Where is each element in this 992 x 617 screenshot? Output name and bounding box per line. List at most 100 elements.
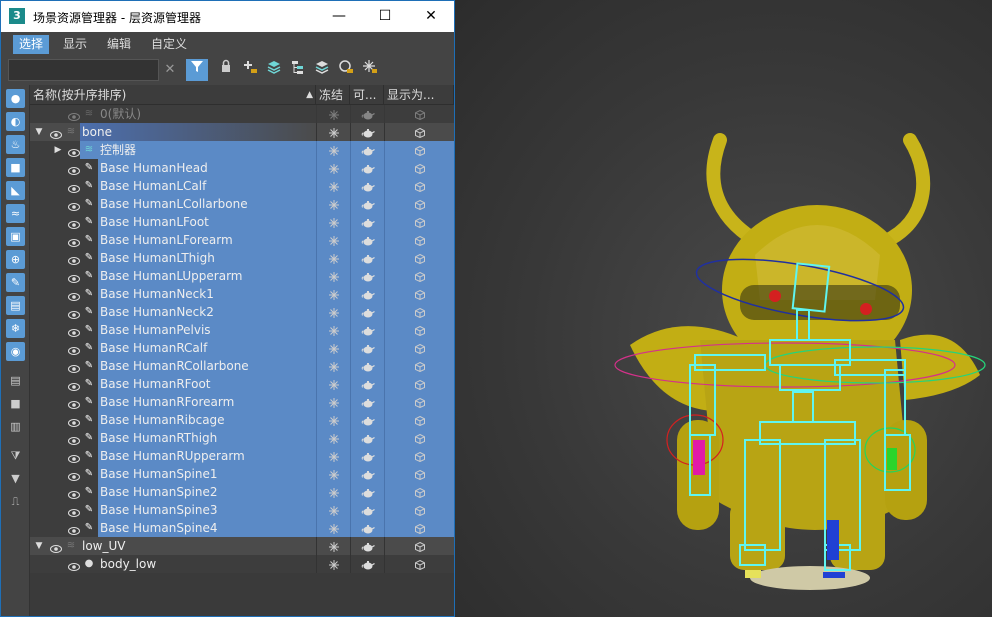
collapse-arrow-icon[interactable]: ▼: [33, 123, 45, 141]
eye-icon[interactable]: [67, 105, 81, 123]
display-children-icon[interactable]: ⎍: [6, 492, 25, 511]
hidden-filter-icon[interactable]: ◉: [6, 342, 25, 361]
layers-icon[interactable]: [263, 59, 285, 81]
box-icon[interactable]: [384, 357, 454, 375]
eye-icon[interactable]: [67, 321, 81, 339]
snowflake-icon[interactable]: [316, 555, 350, 573]
snowflake-icon[interactable]: [316, 123, 350, 141]
3d-viewport[interactable]: [455, 0, 992, 617]
menu-display[interactable]: 显示: [57, 35, 93, 54]
box-icon[interactable]: [384, 195, 454, 213]
eye-icon[interactable]: [49, 537, 63, 555]
none-filter-icon[interactable]: ■: [6, 394, 25, 413]
object-row[interactable]: ✎ Base HumanLUpperarm: [30, 267, 454, 285]
eye-icon[interactable]: [67, 501, 81, 519]
column-name-header[interactable]: 名称(按升序排序) ▲: [30, 85, 316, 105]
frozen-filter-icon[interactable]: ❄: [6, 319, 25, 338]
filter-toggle-icon[interactable]: [186, 59, 208, 81]
cameras-filter-icon[interactable]: ■: [6, 158, 25, 177]
teapot-icon[interactable]: [350, 285, 384, 303]
eye-icon[interactable]: [67, 177, 81, 195]
object-row[interactable]: ✎ Base HumanSpine2: [30, 483, 454, 501]
eye-icon[interactable]: [49, 123, 63, 141]
box-icon[interactable]: [384, 501, 454, 519]
eye-icon[interactable]: [67, 249, 81, 267]
teapot-icon[interactable]: [350, 465, 384, 483]
eye-icon[interactable]: [67, 555, 81, 573]
teapot-icon[interactable]: [350, 537, 384, 555]
sync-selection-icon[interactable]: [335, 59, 357, 81]
teapot-icon[interactable]: [350, 105, 384, 123]
teapot-icon[interactable]: [350, 483, 384, 501]
teapot-icon[interactable]: [350, 375, 384, 393]
teapot-icon[interactable]: [350, 321, 384, 339]
box-icon[interactable]: [384, 393, 454, 411]
filter-icon[interactable]: ⧩: [6, 446, 25, 465]
box-icon[interactable]: [384, 483, 454, 501]
eye-icon[interactable]: [67, 141, 81, 159]
column-render-header[interactable]: 可...: [350, 85, 384, 105]
close-button[interactable]: ✕: [408, 1, 454, 32]
object-row[interactable]: ✎ Base HumanLCalf: [30, 177, 454, 195]
invert-filter-icon[interactable]: ▥: [6, 417, 25, 436]
layer-row[interactable]: ▼ ≋ low_UV: [30, 537, 454, 555]
snowflake-icon[interactable]: [316, 159, 350, 177]
add-layer-icon[interactable]: [239, 59, 261, 81]
menu-edit[interactable]: 编辑: [101, 35, 137, 54]
object-row[interactable]: ✎ Base HumanRCalf: [30, 339, 454, 357]
box-icon[interactable]: [384, 249, 454, 267]
snowflake-icon[interactable]: [316, 303, 350, 321]
menu-customize[interactable]: 自定义: [145, 35, 193, 54]
teapot-icon[interactable]: [350, 249, 384, 267]
snowflake-icon[interactable]: [316, 465, 350, 483]
box-icon[interactable]: [384, 159, 454, 177]
column-freeze-header[interactable]: 冻结: [316, 85, 350, 105]
snowflake-icon[interactable]: [316, 141, 350, 159]
lock-icon[interactable]: [215, 59, 237, 81]
eye-icon[interactable]: [67, 267, 81, 285]
object-row[interactable]: ✎ Base HumanHead: [30, 159, 454, 177]
teapot-icon[interactable]: [350, 123, 384, 141]
teapot-icon[interactable]: [350, 267, 384, 285]
teapot-icon[interactable]: [350, 555, 384, 573]
teapot-icon[interactable]: [350, 393, 384, 411]
eye-icon[interactable]: [67, 159, 81, 177]
snowflake-icon[interactable]: [316, 429, 350, 447]
teapot-icon[interactable]: [350, 141, 384, 159]
eye-icon[interactable]: [67, 285, 81, 303]
object-row[interactable]: ▶ ≋ 控制器: [30, 141, 454, 159]
teapot-icon[interactable]: [350, 339, 384, 357]
object-row[interactable]: ✎ Base HumanRThigh: [30, 429, 454, 447]
snowflake-icon[interactable]: [316, 537, 350, 555]
box-icon[interactable]: [384, 429, 454, 447]
snowflake-icon[interactable]: [316, 267, 350, 285]
geometry-filter-icon[interactable]: ●: [6, 89, 25, 108]
teapot-icon[interactable]: [350, 429, 384, 447]
column-display-header[interactable]: 显示为...: [384, 85, 454, 105]
eye-icon[interactable]: [67, 213, 81, 231]
object-row[interactable]: ✎ Base HumanLFoot: [30, 213, 454, 231]
snowflake-icon[interactable]: [316, 447, 350, 465]
freeze-settings-icon[interactable]: [359, 59, 381, 81]
box-icon[interactable]: [384, 555, 454, 573]
teapot-icon[interactable]: [350, 213, 384, 231]
teapot-icon[interactable]: [350, 195, 384, 213]
box-icon[interactable]: [384, 465, 454, 483]
object-row[interactable]: ✎ Base HumanSpine3: [30, 501, 454, 519]
box-icon[interactable]: [384, 411, 454, 429]
box-icon[interactable]: [384, 177, 454, 195]
snowflake-icon[interactable]: [316, 285, 350, 303]
object-row[interactable]: ✎ Base HumanRibcage: [30, 411, 454, 429]
box-icon[interactable]: [384, 339, 454, 357]
box-icon[interactable]: [384, 123, 454, 141]
maximize-button[interactable]: ☐: [362, 1, 408, 32]
eye-icon[interactable]: [67, 483, 81, 501]
object-row[interactable]: ✎ Base HumanPelvis: [30, 321, 454, 339]
teapot-icon[interactable]: [350, 159, 384, 177]
eye-icon[interactable]: [67, 429, 81, 447]
teapot-icon[interactable]: [350, 519, 384, 537]
box-icon[interactable]: [384, 537, 454, 555]
object-row[interactable]: ✎ Base HumanRForearm: [30, 393, 454, 411]
object-row[interactable]: ✎ Base HumanNeck1: [30, 285, 454, 303]
teapot-icon[interactable]: [350, 357, 384, 375]
